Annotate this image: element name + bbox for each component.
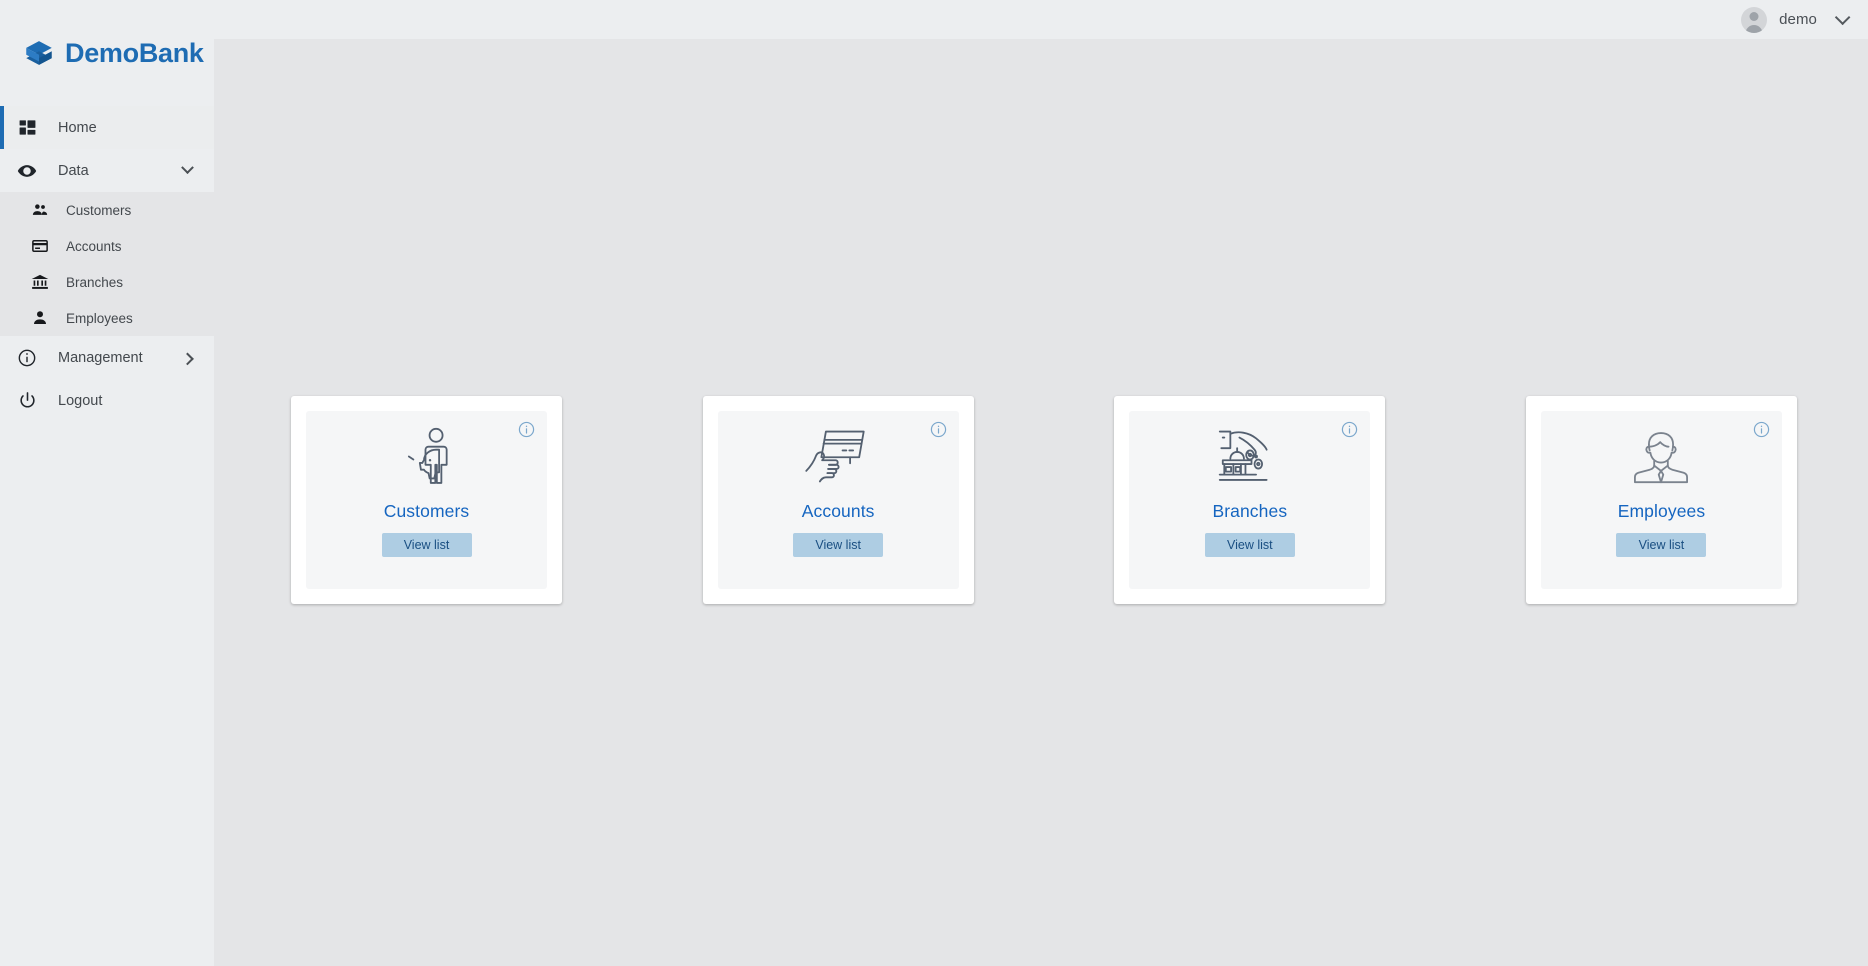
view-list-button[interactable]: View list bbox=[1204, 533, 1295, 557]
info-circle-icon[interactable] bbox=[518, 421, 535, 438]
chevron-down-icon[interactable] bbox=[1834, 9, 1851, 26]
sidebar-subitem-label: Accounts bbox=[66, 238, 122, 254]
sidebar-subitem-label: Branches bbox=[66, 274, 124, 290]
user-avatar-icon bbox=[1741, 6, 1768, 33]
credit-card-icon bbox=[30, 236, 50, 256]
bank-icon bbox=[30, 272, 50, 292]
sidebar-submenu-data: Customers Accounts Branches Employees bbox=[0, 192, 214, 336]
card-employees[interactable]: Employees View list bbox=[1525, 396, 1797, 604]
card-inner: Accounts View list bbox=[717, 411, 959, 589]
sidebar-item-employees[interactable]: Employees bbox=[0, 300, 214, 336]
view-list-button[interactable]: View list bbox=[793, 533, 884, 557]
sidebar-item-data[interactable]: Data bbox=[0, 149, 214, 192]
brand-name: DemoBank bbox=[65, 37, 204, 68]
sidebar-item-label: Home bbox=[58, 119, 97, 136]
card-inner: Branches View list bbox=[1129, 411, 1371, 589]
power-icon bbox=[16, 390, 38, 412]
info-circle-icon[interactable] bbox=[930, 421, 947, 438]
sidebar-subitem-label: Employees bbox=[66, 310, 133, 326]
sidebar-item-management[interactable]: Management bbox=[0, 336, 214, 379]
card-customers[interactable]: Customers View list bbox=[291, 396, 562, 604]
card-accounts[interactable]: Accounts View list bbox=[702, 396, 974, 604]
card-title: Employees bbox=[1617, 501, 1706, 521]
card-branches[interactable]: Branches View list bbox=[1114, 396, 1386, 604]
sidebar-nav: Home Data Customers Accounts Branches Em… bbox=[0, 106, 214, 422]
app-root: demo DemoBank Home Data Customers Accoun… bbox=[0, 0, 1868, 966]
card-title: Branches bbox=[1212, 501, 1288, 521]
dashboard-card-row: Customers View list Accounts View list B… bbox=[291, 396, 1797, 604]
sidebar-item-label: Management bbox=[58, 349, 143, 366]
view-list-button[interactable]: View list bbox=[381, 533, 472, 557]
dashboard-icon bbox=[16, 117, 38, 139]
demobank-logo-icon bbox=[26, 41, 52, 65]
sidebar-item-label: Data bbox=[58, 162, 89, 179]
card-title: Accounts bbox=[801, 501, 875, 521]
sidebar-item-logout[interactable]: Logout bbox=[0, 379, 214, 422]
card-title: Customers bbox=[383, 501, 470, 521]
person-with-piggybank-icon bbox=[389, 427, 465, 489]
sidebar-item-home[interactable]: Home bbox=[0, 106, 214, 149]
hand-dropping-coins-bank-icon bbox=[1211, 427, 1289, 489]
sidebar-item-label: Logout bbox=[58, 392, 103, 409]
people-icon bbox=[30, 200, 50, 220]
businessman-icon bbox=[1626, 427, 1696, 489]
hand-holding-credit-card-icon bbox=[800, 427, 876, 489]
sidebar-item-branches[interactable]: Branches bbox=[0, 264, 214, 300]
user-menu[interactable]: demo bbox=[1741, 0, 1851, 39]
sidebar-subitem-label: Customers bbox=[66, 202, 132, 218]
user-name-label: demo bbox=[1779, 11, 1817, 28]
chevron-right-icon[interactable] bbox=[181, 352, 194, 366]
card-inner: Customers View list bbox=[306, 411, 547, 589]
view-list-button[interactable]: View list bbox=[1616, 533, 1707, 557]
sidebar-item-accounts[interactable]: Accounts bbox=[0, 228, 214, 264]
info-circle-icon[interactable] bbox=[1753, 421, 1770, 438]
chevron-down-icon[interactable] bbox=[181, 161, 194, 175]
main-content: Customers View list Accounts View list B… bbox=[214, 39, 1868, 966]
info-circle-icon bbox=[16, 347, 38, 369]
brand-logo[interactable]: DemoBank bbox=[0, 0, 214, 106]
sidebar: DemoBank Home Data Customers Accounts Br… bbox=[0, 0, 214, 966]
top-header: demo bbox=[0, 0, 1868, 39]
sidebar-item-customers[interactable]: Customers bbox=[0, 192, 214, 228]
person-icon bbox=[30, 308, 50, 328]
eye-icon bbox=[16, 160, 38, 182]
card-inner: Employees View list bbox=[1540, 411, 1782, 589]
info-circle-icon[interactable] bbox=[1341, 421, 1358, 438]
